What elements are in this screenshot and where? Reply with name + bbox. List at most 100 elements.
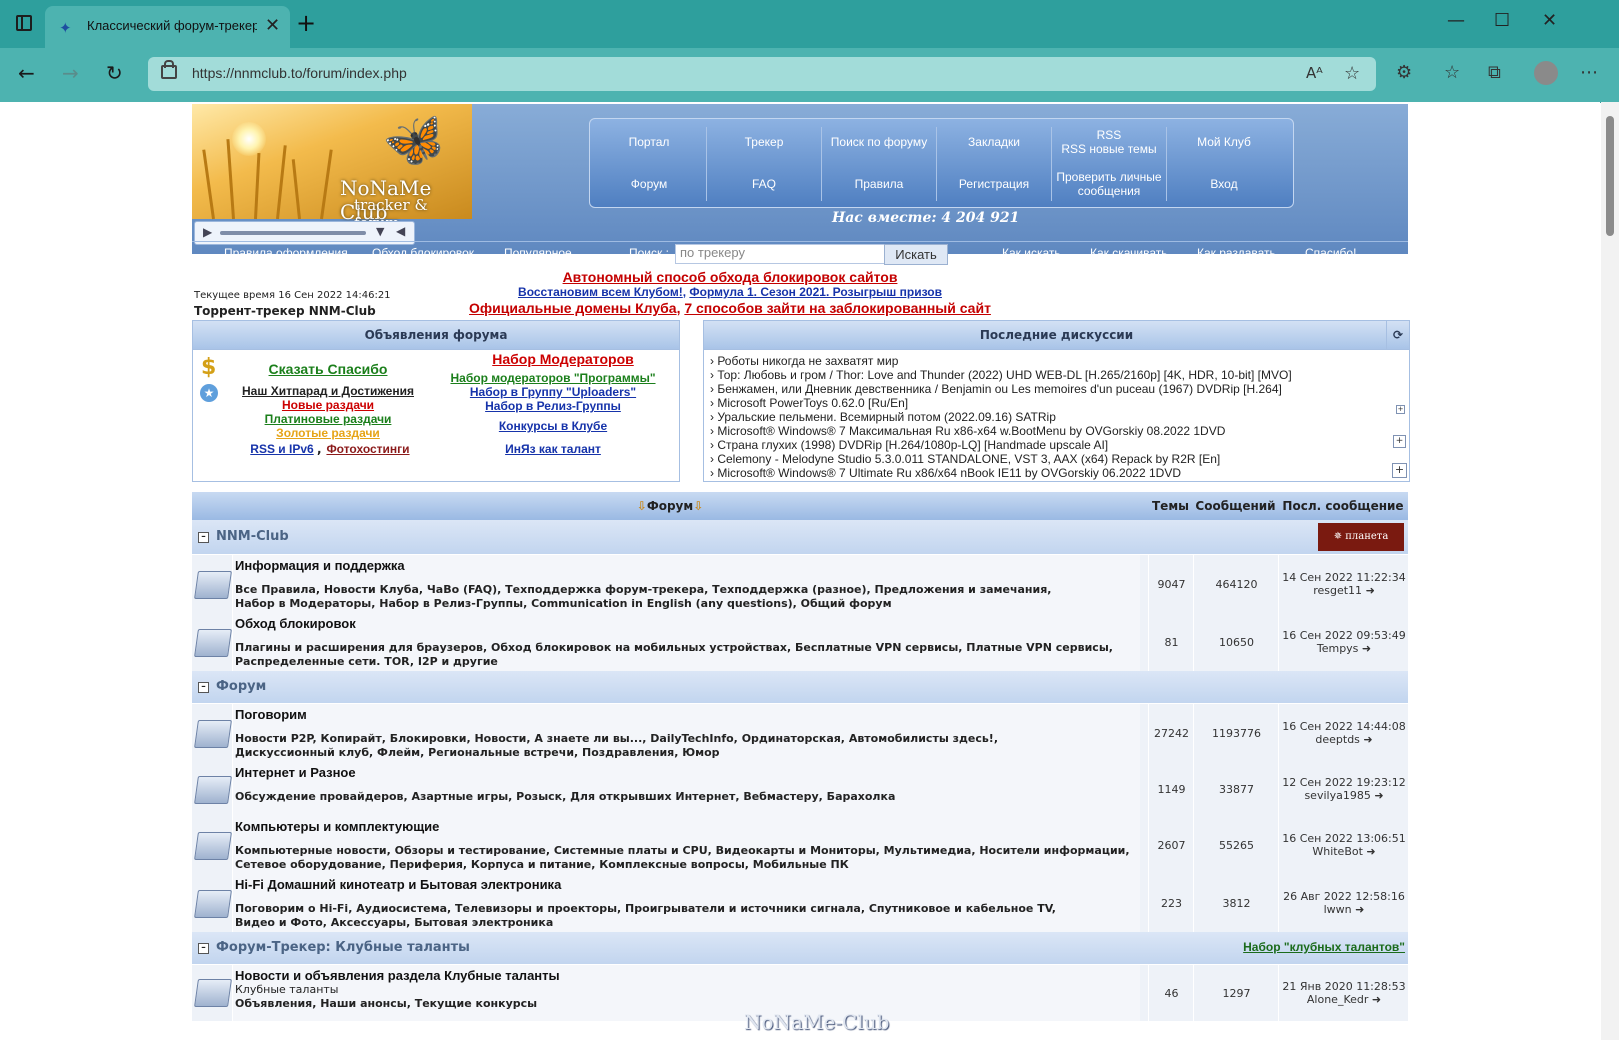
url-text[interactable]: https://nnmclub.to/forum/index.php xyxy=(192,65,407,81)
link-official-domains[interactable]: Официальные домены Клуба xyxy=(469,300,677,316)
go-to-post-icon[interactable]: ➜ xyxy=(1362,642,1371,655)
link-restore-club[interactable]: Восстановим всем Клубом! xyxy=(518,285,683,299)
last-post-user[interactable]: deeptds xyxy=(1315,733,1360,746)
forum-title[interactable]: Информация и поддержка xyxy=(235,558,405,573)
subforums-line2[interactable]: Видео и Фото, Аксессуары, Бытовая электр… xyxy=(235,916,1135,930)
subforums-line2[interactable]: Дискуссионный клуб, Флейм, Региональные … xyxy=(235,746,1135,760)
nav-login[interactable]: Вход xyxy=(1167,163,1281,205)
subforums-line1[interactable]: Поговорим о Hi-Fi, Аудиосистема, Телевиз… xyxy=(235,902,1135,916)
new-tab-icon[interactable]: + xyxy=(296,9,316,37)
link-formula1[interactable]: Формула 1. Сезон 2021. Розыгрыш призов xyxy=(689,285,942,299)
discussion-item[interactable]: › Страна глухих (1998) DVDRip [H.264/108… xyxy=(710,438,1108,452)
dropdown-icon[interactable]: ▼ xyxy=(376,225,384,238)
collapse-icon[interactable]: – xyxy=(198,943,209,954)
forum-row[interactable]: Компьютеры и комплектующие Компьютерные … xyxy=(192,816,1408,875)
collapse-icon[interactable]: – xyxy=(198,532,209,543)
subforums-line2[interactable]: Распределенные сети. TOR, I2P и другие xyxy=(235,655,1135,669)
subforums-line1[interactable]: Обсуждение провайдеров, Азартные игры, Р… xyxy=(235,790,1135,804)
last-post-user[interactable]: lwwn xyxy=(1324,903,1352,916)
link-7-ways[interactable]: 7 способов зайти на заблокированный сайт xyxy=(684,300,991,316)
add-favorite-icon[interactable]: ☆ xyxy=(1344,63,1360,84)
go-to-post-icon[interactable]: ➜ xyxy=(1366,584,1375,597)
search-button[interactable]: Искать xyxy=(884,244,948,265)
link-formatting-rules[interactable]: Правила оформления xyxy=(224,246,348,260)
browser-tab[interactable]: ✦ Классический форум-трекер :: ✕ xyxy=(45,6,290,48)
close-tab-icon[interactable]: ✕ xyxy=(265,15,280,36)
refresh-discussions-icon[interactable]: ⟳ xyxy=(1386,321,1409,349)
nav-forum-search[interactable]: Поиск по форуму xyxy=(822,121,936,163)
forum-row[interactable]: Интернет и Разное Обсуждение провайдеров… xyxy=(192,762,1408,817)
scrollbar-thumb[interactable] xyxy=(1606,116,1614,236)
forum-title[interactable]: Hi-Fi Домашний кинотеатр и Бытовая элект… xyxy=(235,877,561,892)
category-row[interactable]: – NNM-Club xyxy=(192,520,1148,555)
collections-icon[interactable]: ⧉ xyxy=(1488,62,1501,83)
extensions-icon[interactable]: ⚙ xyxy=(1396,62,1412,83)
nav-check-messages[interactable]: Проверить личные сообщения xyxy=(1052,163,1166,205)
vertical-scrollbar[interactable] xyxy=(1601,102,1619,1040)
go-to-post-icon[interactable]: ➜ xyxy=(1366,845,1375,858)
link-say-thanks[interactable]: Сказать Спасибо xyxy=(268,361,388,377)
nav-forum[interactable]: Форум xyxy=(592,163,706,205)
menu-icon[interactable]: ⋯ xyxy=(1580,62,1598,83)
link-hit-parade[interactable]: Наш Хитпарад и Достижения xyxy=(233,384,423,398)
link-uploaders[interactable]: Набор в Группу "Uploaders" xyxy=(438,385,668,399)
sidebar-toggle-icon[interactable] xyxy=(16,15,32,31)
volume-icon[interactable]: ◀ xyxy=(396,224,405,238)
forum-row[interactable]: Поговорим Новости P2P, Копирайт, Блокиро… xyxy=(192,704,1408,763)
nav-tracker[interactable]: Трекер xyxy=(707,121,821,163)
favorites-icon[interactable]: ☆ xyxy=(1444,62,1460,83)
forum-row[interactable]: Обход блокировок Плагины и расширения дл… xyxy=(192,613,1408,672)
link-platinum[interactable]: Платиновые раздачи xyxy=(233,412,423,426)
nav-portal[interactable]: Портал xyxy=(592,121,706,163)
link-rss-ipv6[interactable]: RSS и IPv6 xyxy=(247,442,317,456)
back-icon[interactable]: ← xyxy=(18,61,35,85)
link-club-talents[interactable]: Набор "клубных талантов" xyxy=(1243,940,1405,954)
subforums-line1[interactable]: Все Правила, Новости Клуба, ЧаВо (FAQ), … xyxy=(235,583,1135,597)
nav-my-club[interactable]: Мой Клуб xyxy=(1167,121,1281,163)
last-post-user[interactable]: WhiteBot xyxy=(1312,845,1363,858)
expand-icon[interactable]: + xyxy=(1392,463,1407,478)
link-mod-programs[interactable]: Набор модераторов "Программы" xyxy=(438,371,668,385)
subforums-line2[interactable]: Сетевое оборудование, Периферия, Корпуса… xyxy=(235,858,1135,872)
lock-icon[interactable] xyxy=(161,60,177,79)
forum-title[interactable]: Поговорим xyxy=(235,707,307,722)
link-photo-hosting[interactable]: Фотохостинги xyxy=(323,442,413,456)
read-aloud-icon[interactable]: Aᴬ xyxy=(1306,64,1323,82)
close-window-icon[interactable]: ✕ xyxy=(1542,10,1557,31)
site-logo[interactable]: 🦋 NoNaMe Club tracker & forum xyxy=(192,104,472,232)
refresh-icon[interactable]: ↻ xyxy=(106,61,123,85)
forum-title[interactable]: Компьютеры и комплектующие xyxy=(235,819,439,834)
discussion-item[interactable]: › Celemony - Melodyne Studio 5.3.0.011 S… xyxy=(710,452,1220,466)
category-title[interactable]: – Форум-Трекер: Клубные таланты xyxy=(198,940,470,955)
discussion-item[interactable]: › Роботы никогда не захватят мир xyxy=(710,354,898,368)
expand-icon[interactable]: + xyxy=(1393,435,1406,448)
last-post-user[interactable]: resget11 xyxy=(1313,584,1362,597)
category-row[interactable]: – Форум-Трекер: Клубные таланты xyxy=(192,932,1148,965)
subforums-line1[interactable]: Плагины и расширения для браузеров, Обхо… xyxy=(235,641,1135,655)
forum-title[interactable]: Обход блокировок xyxy=(235,616,356,631)
category-title[interactable]: – NNM-Club xyxy=(198,529,289,544)
discussion-item[interactable]: › Тор: Любовь и гром / Thor: Love and Th… xyxy=(710,368,1292,382)
subforums-line1[interactable]: Новости P2P, Копирайт, Блокировки, Новос… xyxy=(235,732,1135,746)
url-field[interactable]: https://nnmclub.to/forum/index.php Aᴬ ☆ xyxy=(148,57,1376,91)
link-how-seed[interactable]: Как раздавать xyxy=(1197,246,1276,260)
forum-row[interactable]: Информация и поддержка Все Правила, Ново… xyxy=(192,555,1408,614)
category-title[interactable]: – Форум xyxy=(198,679,266,694)
subforums-line1[interactable]: Компьютерные новости, Обзоры и тестирова… xyxy=(235,844,1135,858)
forward-icon[interactable]: → xyxy=(62,61,79,85)
link-contests[interactable]: Конкурсы в Клубе xyxy=(438,419,668,433)
forum-title[interactable]: Новости и объявления раздела Клубные тал… xyxy=(235,968,560,983)
link-gold[interactable]: Золотые раздачи xyxy=(233,426,423,440)
go-to-post-icon[interactable]: ➜ xyxy=(1363,733,1372,746)
profile-avatar[interactable] xyxy=(1534,61,1558,85)
last-post-user[interactable]: Tempys xyxy=(1317,642,1359,655)
link-how-download[interactable]: Как скачивать xyxy=(1090,246,1168,260)
go-to-post-icon[interactable]: ➜ xyxy=(1372,993,1381,1006)
minimize-icon[interactable]: — xyxy=(1447,10,1465,31)
nav-rss[interactable]: RSS RSS новые темы xyxy=(1052,121,1166,163)
forum-row[interactable]: Hi-Fi Домашний кинотеатр и Бытовая элект… xyxy=(192,874,1408,933)
forum-title[interactable]: Интернет и Разное xyxy=(235,765,356,780)
subforums-line1[interactable]: Объявления, Наши анонсы, Текущие конкурс… xyxy=(235,997,1135,1011)
nav-bookmarks[interactable]: Закладки xyxy=(937,121,1051,163)
player-progress[interactable] xyxy=(220,231,366,235)
